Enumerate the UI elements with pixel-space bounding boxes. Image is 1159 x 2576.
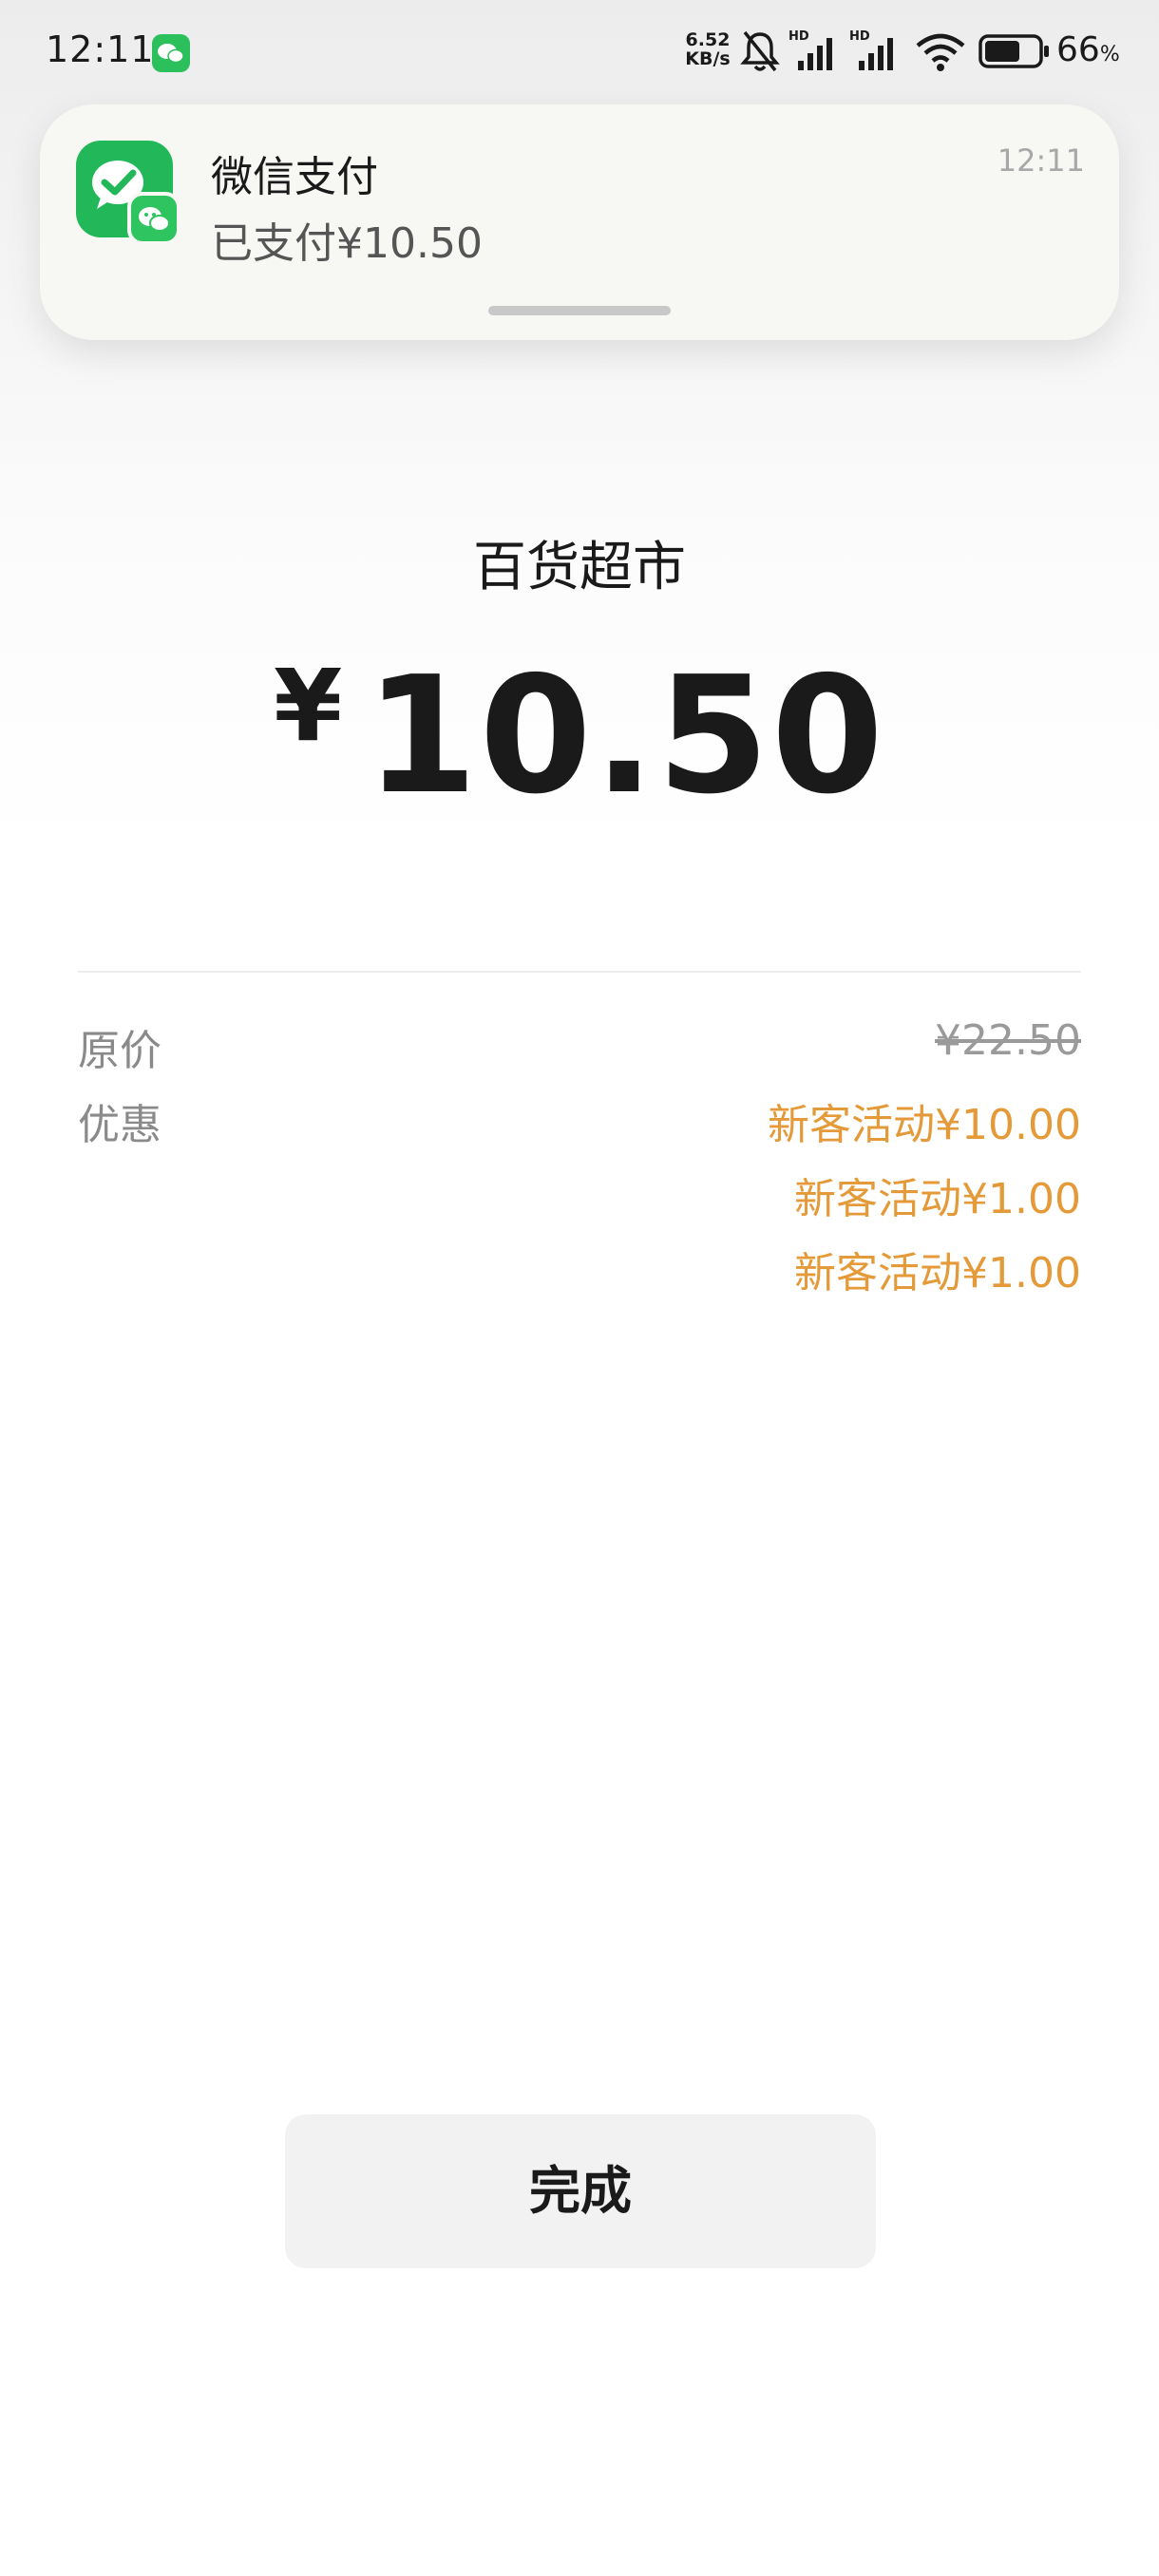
merchant-name: 百货超市 — [473, 537, 686, 598]
notification-message: 已支付¥10.50 — [211, 219, 483, 268]
discount-item: 新客活动¥10.00 — [768, 1101, 1081, 1149]
battery-icon — [978, 34, 1051, 72]
wechat-icon — [152, 34, 190, 72]
amount-value: 10.50 — [365, 642, 886, 830]
battery-percent: 66% — [1056, 30, 1120, 69]
battery-percent-sign: % — [1099, 43, 1120, 66]
net-speed-unit: KB/s — [685, 48, 731, 69]
wifi-icon — [914, 28, 967, 78]
svg-text:HD: HD — [849, 29, 870, 44]
hd-signal-icon: HD — [788, 28, 844, 78]
original-price: ¥22.50 — [935, 1016, 1081, 1065]
discount-label: 优惠 — [78, 1101, 162, 1149]
svg-text:HD: HD — [788, 29, 809, 44]
mute-bell-icon — [739, 28, 781, 78]
discount-item: 新客活动¥1.00 — [794, 1175, 1081, 1223]
currency-symbol: ¥ — [273, 648, 343, 764]
discount-item: 新客活动¥1.00 — [794, 1249, 1081, 1297]
done-button[interactable]: 完成 — [285, 2114, 876, 2268]
payment-amount: ¥10.50 — [0, 642, 1159, 830]
notification-drag-handle[interactable] — [488, 306, 671, 315]
notification-app-name: 微信支付 — [211, 153, 378, 201]
notification-time: 12:11 — [997, 142, 1085, 179]
net-speed: 6.52 KB/s — [682, 30, 733, 68]
hd-signal-icon: HD — [849, 28, 904, 78]
original-price-label: 原价 — [78, 1027, 162, 1075]
status-bar: 12:11 6.52 KB/s HD HD 66% — [0, 0, 1159, 104]
battery-percent-value: 66 — [1056, 30, 1100, 69]
status-time: 12:11 — [46, 28, 155, 70]
net-speed-value: 6.52 — [685, 29, 731, 50]
wechat-mini-icon — [127, 192, 180, 245]
wechat-pay-icon — [76, 141, 180, 245]
payment-notification[interactable]: 微信支付 已支付¥10.50 12:11 — [40, 104, 1119, 340]
divider — [78, 971, 1081, 973]
